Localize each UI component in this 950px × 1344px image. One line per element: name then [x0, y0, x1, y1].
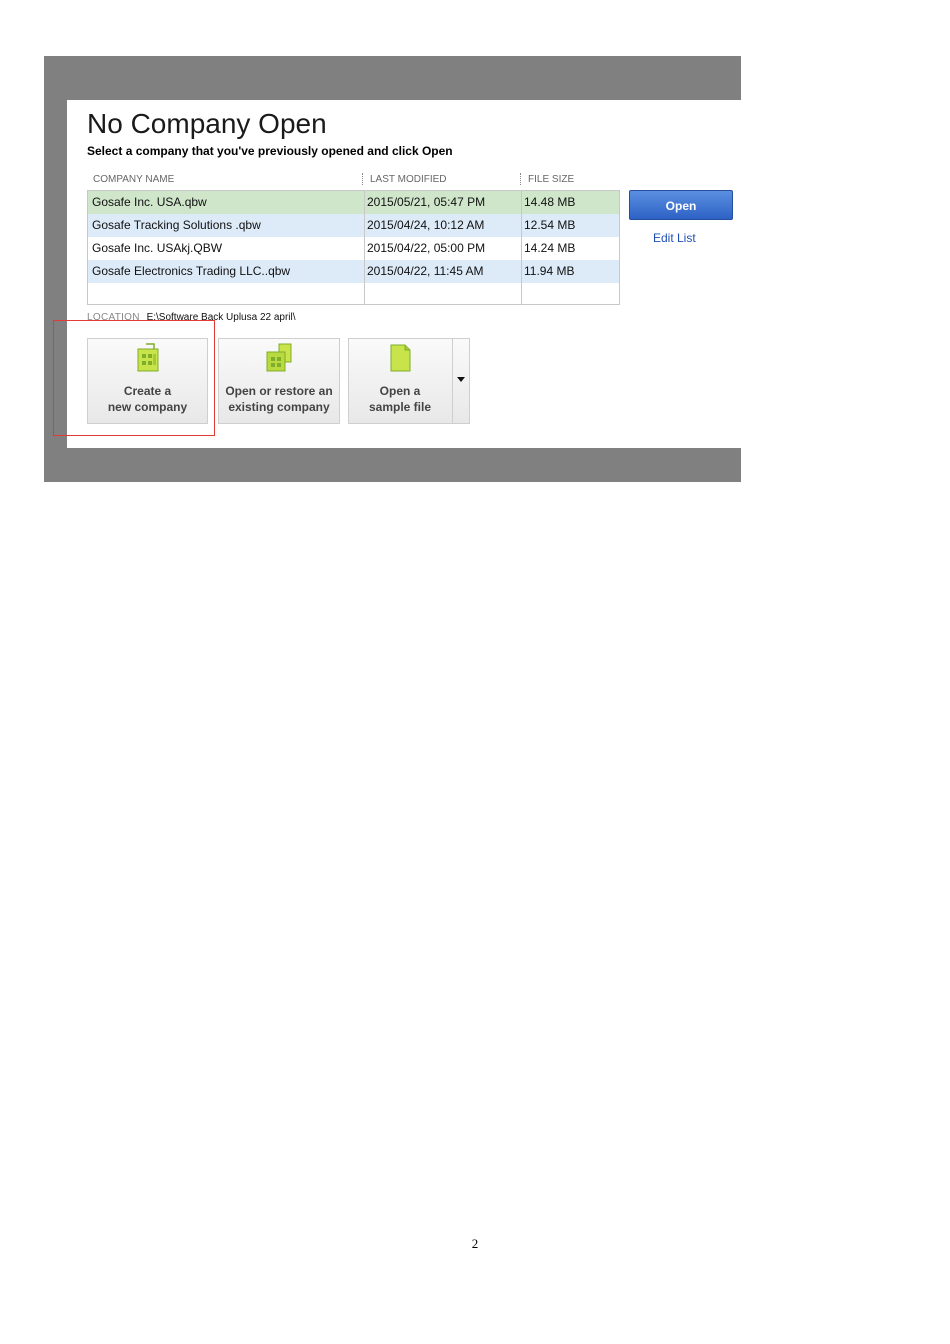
- table-row[interactable]: Gosafe Inc. USAkj.QBW 2015/04/22, 05:00 …: [88, 237, 619, 260]
- sample-file-icon: [390, 344, 411, 372]
- column-divider: [364, 191, 365, 304]
- file-size-cell: 14.48 MB: [524, 195, 576, 209]
- company-list: COMPANY NAME LAST MODIFIED FILE SIZE Gos…: [87, 170, 620, 305]
- chevron-down-icon[interactable]: [457, 377, 465, 382]
- company-name-cell: Gosafe Electronics Trading LLC..qbw: [92, 264, 291, 278]
- column-header-file-size[interactable]: FILE SIZE: [528, 174, 574, 185]
- sample-button-line-2: sample file: [368, 400, 432, 414]
- sample-button-line-1: Open a: [379, 384, 421, 398]
- last-modified-cell: 2015/04/22, 05:00 PM: [367, 241, 486, 255]
- table-row[interactable]: Gosafe Tracking Solutions .qbw 2015/04/2…: [88, 214, 619, 237]
- open-button[interactable]: Open: [629, 190, 733, 220]
- last-modified-cell: 2015/04/22, 11:45 AM: [367, 264, 484, 278]
- open-restore-button-line-2: existing company: [228, 400, 330, 414]
- company-list-body: Gosafe Inc. USA.qbw 2015/05/21, 05:47 PM…: [87, 190, 620, 305]
- company-name-cell: Gosafe Inc. USAkj.QBW: [92, 241, 223, 255]
- last-modified-cell: 2015/04/24, 10:12 AM: [367, 218, 485, 232]
- column-separator[interactable]: [362, 173, 363, 185]
- last-modified-cell: 2015/05/21, 05:47 PM: [367, 195, 486, 209]
- highlight-box: [53, 320, 215, 436]
- open-button-label: Open: [665, 199, 697, 213]
- page-number: 2: [471, 1236, 479, 1251]
- window-subtitle: Select a company that you've previously …: [87, 144, 453, 158]
- open-sample-file-button[interactable]: Open a sample file: [348, 338, 470, 424]
- window-title: No Company Open: [87, 108, 327, 139]
- table-row[interactable]: Gosafe Inc. USA.qbw 2015/05/21, 05:47 PM…: [88, 191, 619, 214]
- table-row[interactable]: Gosafe Electronics Trading LLC..qbw 2015…: [88, 260, 619, 283]
- column-header-company-name[interactable]: COMPANY NAME: [93, 174, 174, 185]
- company-name-cell: Gosafe Tracking Solutions .qbw: [92, 218, 261, 232]
- company-name-cell: Gosafe Inc. USA.qbw: [92, 195, 207, 209]
- edit-list-link[interactable]: Edit List: [653, 231, 696, 245]
- column-divider: [521, 191, 522, 304]
- open-restore-button-line-1: Open or restore an: [225, 384, 333, 398]
- open-restore-company-button[interactable]: Open or restore an existing company: [218, 338, 340, 424]
- file-size-cell: 12.54 MB: [524, 218, 576, 232]
- open-company-icon: [266, 343, 292, 372]
- column-separator[interactable]: [520, 173, 521, 185]
- company-list-header: COMPANY NAME LAST MODIFIED FILE SIZE: [87, 170, 620, 190]
- file-size-cell: 14.24 MB: [524, 241, 576, 255]
- file-size-cell: 11.94 MB: [524, 264, 575, 278]
- column-header-last-modified[interactable]: LAST MODIFIED: [370, 174, 447, 185]
- dropdown-divider: [452, 339, 453, 423]
